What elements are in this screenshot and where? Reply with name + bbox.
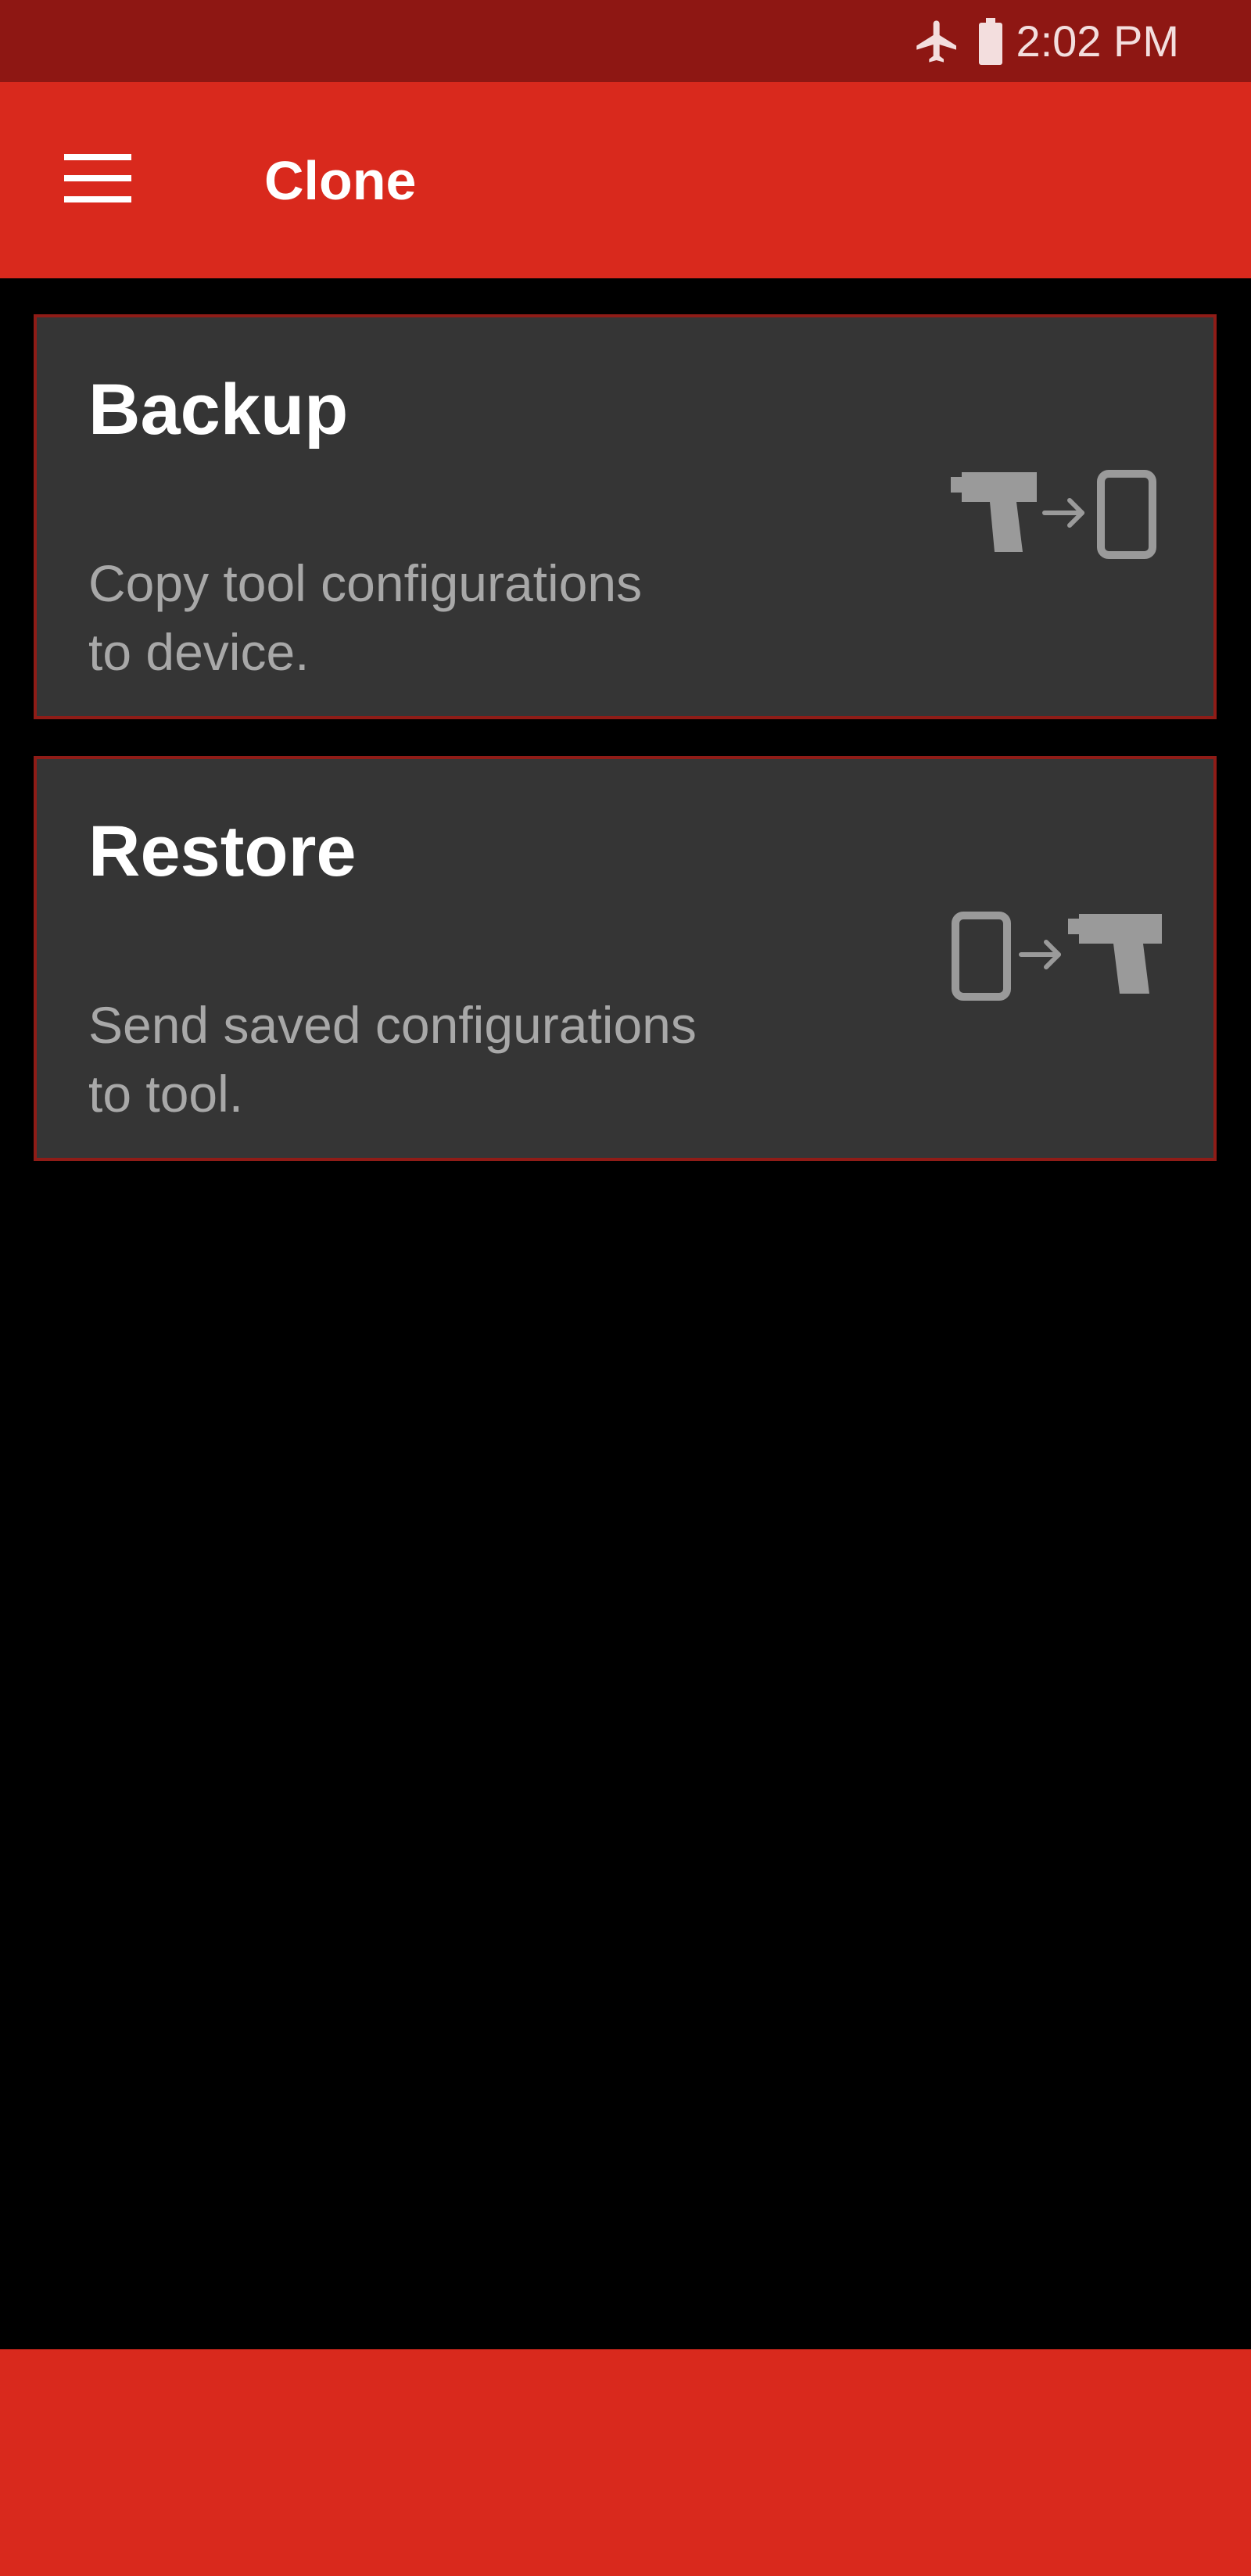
tool-to-device-icon bbox=[951, 468, 1170, 561]
app-bar: Clone bbox=[0, 82, 1251, 278]
screen: 2:02 PM Clone Backup Copy tool configura… bbox=[0, 0, 1251, 2576]
restore-title: Restore bbox=[88, 811, 357, 891]
restore-description-line1: Send saved configurations bbox=[88, 996, 697, 1054]
hamburger-menu-icon bbox=[64, 153, 131, 206]
menu-button[interactable] bbox=[47, 129, 149, 231]
backup-description: Copy tool configurations to device. bbox=[88, 549, 839, 686]
restore-description-line2: to tool. bbox=[88, 1065, 244, 1123]
backup-description-line2: to device. bbox=[88, 623, 310, 681]
status-time: 2:02 PM bbox=[1016, 16, 1179, 66]
restore-description: Send saved configurations to tool. bbox=[88, 991, 839, 1128]
backup-title: Backup bbox=[88, 370, 349, 450]
backup-description-line1: Copy tool configurations bbox=[88, 554, 643, 612]
device-to-tool-icon bbox=[951, 909, 1170, 1003]
battery-icon bbox=[977, 17, 1005, 65]
status-bar: 2:02 PM bbox=[0, 0, 1251, 82]
page-title: Clone bbox=[264, 149, 417, 211]
backup-card[interactable]: Backup Copy tool configurations to devic… bbox=[34, 314, 1217, 719]
restore-card[interactable]: Restore Send saved configurations to too… bbox=[34, 756, 1217, 1161]
bottom-bar bbox=[0, 2349, 1251, 2576]
airplane-mode-icon bbox=[912, 16, 962, 66]
